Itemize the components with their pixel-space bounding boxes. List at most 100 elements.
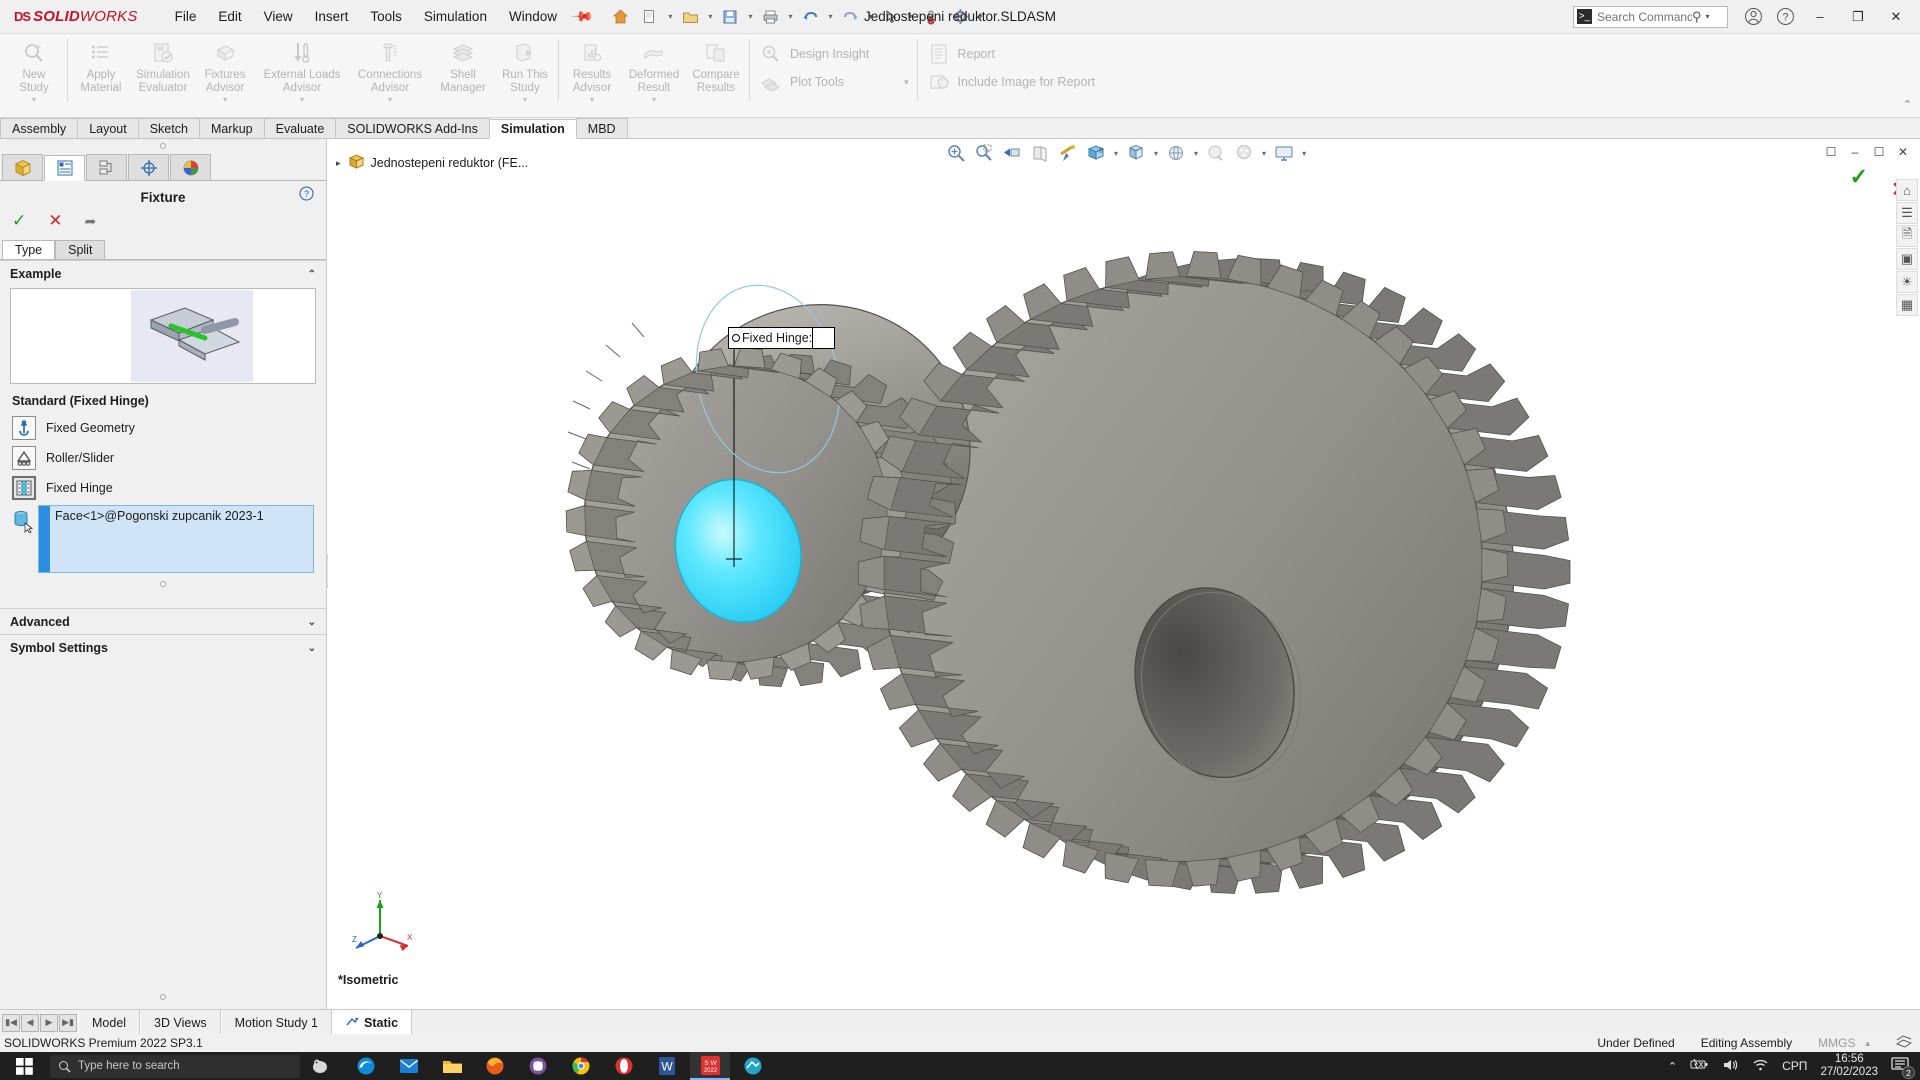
- new-study-button[interactable]: New Study ▾: [3, 36, 65, 104]
- selection-box-resize-handle[interactable]: [0, 575, 326, 590]
- tab-simulation[interactable]: Simulation: [488, 119, 577, 139]
- battery-icon[interactable]: [1690, 1058, 1709, 1074]
- graphics-viewport[interactable]: ▸ Jednostepeni reduktor (FE... ▾ ▾ ▾ ▾ ▾…: [328, 139, 1920, 1009]
- external-loads-advisor-button[interactable]: External Loads Advisor ▾: [256, 36, 348, 104]
- panel-drag-handle-bottom[interactable]: [0, 988, 326, 1003]
- save-icon[interactable]: [715, 4, 745, 30]
- run-this-study-button[interactable]: Run This Study ▾: [494, 36, 556, 104]
- open-caret-icon[interactable]: ▾: [705, 12, 715, 21]
- new-doc-caret-icon[interactable]: ▾: [665, 12, 675, 21]
- appearances-icon[interactable]: ☀: [1896, 271, 1918, 293]
- user-account-icon[interactable]: [1738, 4, 1768, 30]
- mail-icon[interactable]: [389, 1052, 429, 1080]
- redo-caret-icon[interactable]: ▾: [865, 12, 875, 21]
- display-manager-tab[interactable]: [170, 154, 211, 180]
- edge-icon[interactable]: [346, 1052, 386, 1080]
- ribbon-collapse-caret-icon[interactable]: ⌃: [1903, 98, 1912, 111]
- tab-split[interactable]: Split: [55, 240, 106, 259]
- windows-start-icon[interactable]: [0, 1052, 48, 1080]
- dimxpert-manager-tab[interactable]: [128, 154, 169, 180]
- deformed-result-button[interactable]: Deformed Result ▾: [623, 36, 685, 104]
- language-indicator[interactable]: СРП: [1782, 1059, 1807, 1073]
- cancel-button[interactable]: ✕: [48, 211, 62, 231]
- redo-icon[interactable]: [835, 4, 865, 30]
- configuration-manager-tab[interactable]: [86, 154, 127, 180]
- window-close-button[interactable]: ✕: [1878, 2, 1914, 32]
- menu-file[interactable]: File: [164, 5, 208, 28]
- simulation-evaluator-button[interactable]: Simulation Evaluator: [132, 36, 194, 98]
- gear-caret-icon[interactable]: ▾: [976, 12, 986, 21]
- notification-icon[interactable]: 2: [1891, 1057, 1915, 1079]
- bottom-tab-3d-views[interactable]: 3D Views: [140, 1010, 221, 1035]
- design-insight-button[interactable]: Design Insight: [752, 40, 915, 68]
- fixture-type-fixed-hinge[interactable]: Fixed Hinge: [0, 473, 326, 503]
- property-manager-tab[interactable]: [44, 155, 85, 181]
- report-button[interactable]: Report: [920, 40, 1102, 68]
- pin-icon[interactable]: 📌: [571, 4, 595, 28]
- save-caret-icon[interactable]: ▾: [745, 12, 755, 21]
- print-caret-icon[interactable]: ▾: [785, 12, 795, 21]
- help-icon[interactable]: ?: [1770, 4, 1800, 30]
- fixtures-advisor-caret-icon[interactable]: ▾: [223, 95, 227, 104]
- selection-items[interactable]: Face<1>@Pogonski zupcanik 2023-1: [50, 506, 313, 572]
- undo-caret-icon[interactable]: ▾: [825, 12, 835, 21]
- window-minimize-button[interactable]: –: [1802, 2, 1838, 32]
- menu-insert[interactable]: Insert: [304, 5, 360, 28]
- shell-manager-button[interactable]: Shell Manager: [432, 36, 494, 98]
- home-icon[interactable]: [605, 4, 635, 30]
- cortana-icon[interactable]: [300, 1052, 340, 1080]
- word-icon[interactable]: W: [647, 1052, 687, 1080]
- open-icon[interactable]: [675, 4, 705, 30]
- status-units[interactable]: MMGS: [1818, 1036, 1855, 1050]
- chevron-down-icon-advanced[interactable]: ⌄: [308, 617, 316, 628]
- search-caret-icon[interactable]: ▾: [1706, 12, 1710, 21]
- file-explorer-icon[interactable]: [432, 1052, 472, 1080]
- pin-icon[interactable]: ➦: [85, 213, 97, 230]
- home-view-icon[interactable]: ⌂: [1896, 179, 1918, 201]
- external-loads-advisor-caret-icon[interactable]: ▾: [300, 95, 304, 104]
- next-tab-icon[interactable]: ▶: [40, 1013, 58, 1032]
- select-icon[interactable]: [876, 4, 906, 30]
- deformed-result-caret-icon[interactable]: ▾: [652, 95, 656, 104]
- tab-assembly[interactable]: Assembly: [0, 118, 79, 138]
- plot-tools-caret-icon[interactable]: ▾: [904, 77, 909, 88]
- menu-window[interactable]: Window: [498, 5, 568, 28]
- feature-manager-tab[interactable]: [2, 154, 43, 180]
- sensors-icon[interactable]: [916, 4, 946, 30]
- first-tab-icon[interactable]: ▮◀: [2, 1013, 20, 1032]
- menu-simulation[interactable]: Simulation: [413, 5, 498, 28]
- volume-icon[interactable]: [1722, 1058, 1739, 1075]
- callout-value[interactable]: [812, 328, 834, 348]
- connections-advisor-button[interactable]: Connections Advisor ▾: [348, 36, 432, 104]
- menu-view[interactable]: View: [253, 5, 304, 28]
- fixture-type-roller-slider[interactable]: Roller/Slider: [0, 443, 326, 473]
- tab-solidworks-add-ins[interactable]: SOLIDWORKS Add-Ins: [335, 118, 490, 138]
- file-icon[interactable]: 🗎: [1896, 225, 1918, 247]
- status-units-caret-icon[interactable]: ▴: [1865, 1038, 1870, 1049]
- tab-type[interactable]: Type: [2, 240, 56, 259]
- selection-list-box[interactable]: Face<1>@Pogonski zupcanik 2023-1: [38, 505, 314, 573]
- tray-chevron-icon[interactable]: ⌃: [1668, 1060, 1677, 1073]
- notes-icon[interactable]: ☰: [1896, 202, 1918, 224]
- chevron-down-icon-symbol[interactable]: ⌄: [308, 643, 316, 654]
- compare-results-button[interactable]: Compare Results: [685, 36, 747, 98]
- solidworks-icon[interactable]: S W 2022: [690, 1052, 730, 1080]
- search-icon[interactable]: ⚲: [1692, 9, 1702, 25]
- select-caret-icon[interactable]: ▾: [906, 12, 916, 21]
- overlay-icon[interactable]: [1895, 1034, 1913, 1052]
- plot-tools-button[interactable]: Plot Tools ▾: [752, 68, 915, 96]
- search-commands-box[interactable]: >_ ⚲ ▾: [1573, 5, 1728, 28]
- section-header-advanced[interactable]: Advanced ⌄: [0, 608, 326, 634]
- taskbar-search-box[interactable]: Type here to search: [50, 1054, 300, 1078]
- prev-tab-icon[interactable]: ◀: [21, 1013, 39, 1032]
- print-icon[interactable]: [755, 4, 785, 30]
- undo-icon[interactable]: [795, 4, 825, 30]
- display-icon[interactable]: ▦: [1896, 294, 1918, 316]
- selection-item-face[interactable]: Face<1>@Pogonski zupcanik 2023-1: [55, 509, 308, 523]
- opera-icon[interactable]: [604, 1052, 644, 1080]
- apply-material-button[interactable]: Apply Material: [70, 36, 132, 98]
- help-icon[interactable]: ?: [299, 186, 314, 204]
- fixture-type-fixed-geometry[interactable]: Fixed Geometry: [0, 413, 326, 443]
- bottom-tab-model[interactable]: Model: [78, 1010, 141, 1035]
- chevron-up-icon[interactable]: ⌃: [308, 269, 316, 280]
